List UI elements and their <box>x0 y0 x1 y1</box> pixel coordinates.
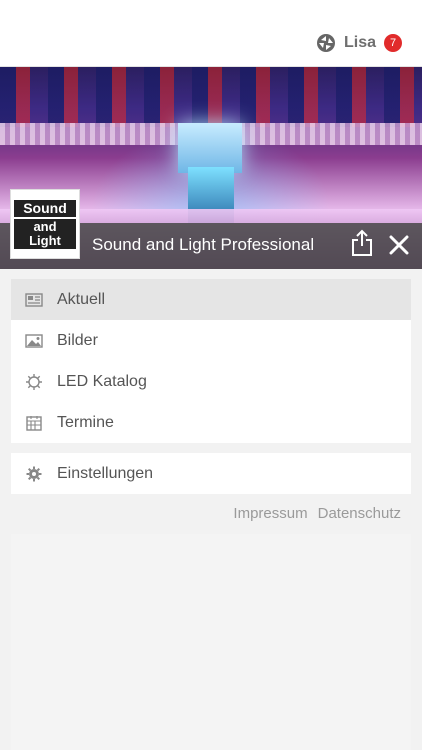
brand-logo: Sound and Light <box>10 189 80 259</box>
logo-line-1: Sound <box>14 199 76 217</box>
logo-line-2: and Light <box>14 218 76 249</box>
top-bar: Lisa 7 <box>0 0 422 67</box>
image-icon <box>25 332 43 350</box>
menu-item-einstellungen[interactable]: Einstellungen <box>11 453 411 494</box>
calendar-icon <box>25 414 43 432</box>
menu-item-label: Termine <box>57 413 114 431</box>
hero-pillars <box>0 67 422 127</box>
notification-badge[interactable]: 7 <box>384 34 402 52</box>
settings-menu: Einstellungen <box>11 453 411 494</box>
user-name[interactable]: Lisa <box>344 34 376 52</box>
menu-item-label: Einstellungen <box>57 464 154 482</box>
settings-icon <box>25 465 43 483</box>
menu-item-bilder[interactable]: Bilder <box>11 320 411 361</box>
newspaper-icon <box>25 291 43 309</box>
hero-screen <box>178 123 242 173</box>
footer-links: Impressum Datenschutz <box>233 505 401 522</box>
menu-item-label: LED Katalog <box>57 372 147 390</box>
share-icon[interactable] <box>350 229 374 257</box>
gear-outline-icon <box>25 373 43 391</box>
menu-item-aktuell[interactable]: Aktuell <box>11 279 411 320</box>
user-menu[interactable]: Lisa 7 <box>316 33 402 53</box>
menu-item-label: Aktuell <box>57 290 106 308</box>
brand-title: Sound and Light Professional <box>92 235 315 254</box>
datenschutz-link[interactable]: Datenschutz <box>318 505 401 522</box>
app-logo-icon <box>316 34 335 52</box>
impressum-link[interactable]: Impressum <box>233 505 307 522</box>
menu-item-label: Bilder <box>57 331 98 349</box>
menu-item-termine[interactable]: Termine <box>11 402 411 443</box>
main-menu: Aktuell Bilder LED Katalog Termine <box>11 279 411 443</box>
menu-item-led-katalog[interactable]: LED Katalog <box>11 361 411 402</box>
content-area <box>11 534 411 750</box>
close-icon[interactable] <box>388 234 410 256</box>
